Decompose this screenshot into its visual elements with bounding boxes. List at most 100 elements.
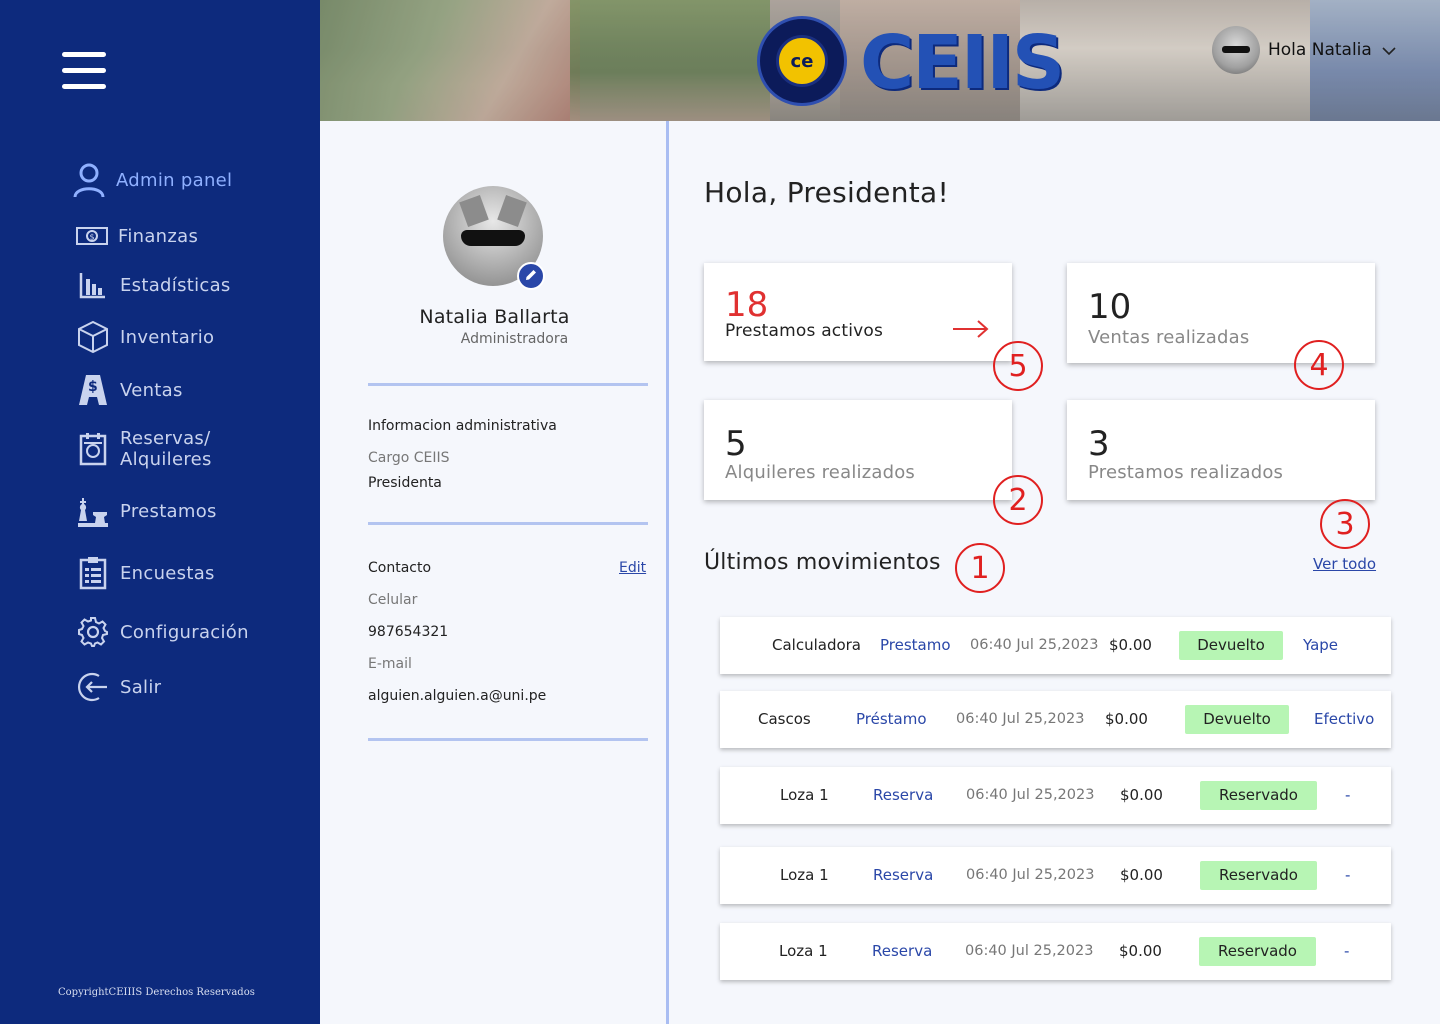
sidebar-item-salir[interactable]: Salir — [76, 670, 161, 704]
cargo-label: Cargo CEIIS — [368, 450, 450, 466]
sidebar-item-configuracion[interactable]: Configuración — [76, 615, 249, 649]
ceiis-logo: ce — [757, 16, 847, 106]
movement-date: 06:40 Jul 25,2023 — [966, 787, 1095, 803]
card-value: 3 — [1088, 424, 1110, 464]
sidebar: Admin panel $ Finanzas Estadísticas Inve… — [0, 0, 320, 1024]
divider — [368, 738, 648, 741]
sidebar-item-label: Ventas — [120, 379, 183, 401]
movement-item: Loza 1 — [780, 786, 829, 804]
table-row[interactable]: Calculadora Prestamo 06:40 Jul 25,2023 $… — [720, 617, 1391, 674]
status-badge: Reservado — [1200, 781, 1317, 810]
sidebar-item-reservas[interactable]: Reservas/ Alquileres — [76, 428, 212, 470]
sidebar-item-label: Estadísticas — [120, 274, 231, 296]
admin-info-title: Informacion administrativa — [368, 418, 557, 434]
card-caption: Prestamos activos — [725, 321, 884, 341]
annotation-marker: 2 — [993, 475, 1043, 525]
profile-role: Administradora — [460, 331, 569, 347]
movement-date: 06:40 Jul 25,2023 — [966, 867, 1095, 883]
email-value: alguien.alguien.a@uni.pe — [368, 688, 547, 704]
movement-payment: - — [1344, 942, 1350, 960]
movement-item: Calculadora — [772, 636, 862, 654]
sidebar-item-label: Inventario — [120, 326, 215, 348]
movement-item: Loza 1 — [779, 942, 828, 960]
sidebar-item-label: Admin panel — [116, 169, 233, 191]
movement-amount: $0.00 — [1105, 710, 1148, 728]
sidebar-item-admin-panel[interactable]: Admin panel — [72, 163, 233, 198]
sidebar-item-label-line1: Reservas/ — [120, 428, 211, 449]
profile-name: Natalia Ballarta — [419, 306, 570, 328]
page-title: Hola, Presidenta! — [704, 176, 950, 209]
movement-amount: $0.00 — [1120, 786, 1163, 804]
divider — [368, 522, 648, 525]
gear-icon — [76, 615, 110, 649]
copyright-text: CopyrightCEIIIS Derechos Reservados — [58, 987, 255, 998]
see-all-link[interactable]: Ver todo — [1313, 555, 1376, 573]
annotation-marker: 1 — [955, 543, 1005, 593]
chevron-down-icon — [1382, 41, 1396, 60]
sidebar-item-label: Finanzas — [118, 225, 199, 247]
logout-icon — [76, 670, 110, 704]
movement-type: Reserva — [873, 866, 934, 884]
card-value: 5 — [725, 424, 747, 464]
sidebar-item-ventas[interactable]: $ Ventas — [76, 373, 183, 407]
sidebar-item-label: Prestamos — [120, 500, 217, 522]
sidebar-item-label-line2: Alquileres — [120, 449, 212, 470]
movement-item: Cascos — [758, 710, 811, 728]
movement-type: Préstamo — [856, 710, 927, 728]
sales-icon: $ — [76, 373, 110, 407]
card-value: 18 — [725, 285, 769, 325]
card-prestamos-realizados[interactable]: 3 Prestamos realizados — [1067, 400, 1375, 500]
user-greeting: Hola Natalia — [1268, 40, 1372, 60]
movement-payment: Yape — [1303, 636, 1339, 654]
vertical-divider — [666, 121, 669, 1024]
avatar — [1212, 26, 1260, 74]
table-row[interactable]: Cascos Préstamo 06:40 Jul 25,2023 $0.00 … — [720, 691, 1391, 748]
table-row[interactable]: Loza 1 Reserva 06:40 Jul 25,2023 $0.00 R… — [720, 767, 1391, 824]
sidebar-item-label: Salir — [120, 676, 162, 698]
sidebar-item-inventario[interactable]: Inventario — [76, 320, 214, 354]
annotation-marker: 5 — [993, 341, 1043, 391]
arrow-right-icon[interactable] — [952, 318, 990, 344]
status-badge: Devuelto — [1185, 705, 1289, 734]
sidebar-item-estadisticas[interactable]: Estadísticas — [76, 268, 231, 302]
card-prestamos-activos[interactable]: 18 Prestamos activos — [704, 263, 1012, 361]
sidebar-item-label: Reservas/ Alquileres — [120, 428, 212, 470]
card-alquileres-realizados[interactable]: 5 Alquileres realizados — [704, 400, 1012, 500]
table-row[interactable]: Loza 1 Reserva 06:40 Jul 25,2023 $0.00 R… — [720, 923, 1391, 980]
edit-avatar-button[interactable] — [517, 262, 545, 290]
table-row[interactable]: Loza 1 Reserva 06:40 Jul 25,2023 $0.00 R… — [720, 847, 1391, 904]
calendar-icon — [76, 432, 110, 466]
hamburger-menu-icon[interactable] — [62, 52, 106, 90]
card-caption: Prestamos realizados — [1088, 462, 1284, 483]
email-label: E-mail — [368, 656, 412, 672]
edit-contact-link[interactable]: Edit — [619, 560, 646, 576]
svg-text:$: $ — [88, 379, 98, 395]
sidebar-item-label: Configuración — [120, 621, 249, 643]
movement-payment: - — [1345, 786, 1351, 804]
card-caption: Alquileres realizados — [725, 462, 916, 483]
movement-date: 06:40 Jul 25,2023 — [965, 943, 1094, 959]
movement-payment: - — [1345, 866, 1351, 884]
status-badge: Devuelto — [1179, 631, 1283, 660]
sidebar-item-finanzas[interactable]: $ Finanzas — [76, 219, 198, 253]
sidebar-item-encuestas[interactable]: Encuestas — [76, 556, 215, 590]
movement-amount: $0.00 — [1120, 866, 1163, 884]
divider — [368, 383, 648, 386]
movement-type: Reserva — [873, 786, 934, 804]
movement-type: Prestamo — [880, 636, 951, 654]
sidebar-item-prestamos[interactable]: Prestamos — [76, 494, 217, 528]
annotation-marker: 3 — [1320, 499, 1370, 549]
movement-item: Loza 1 — [780, 866, 829, 884]
contact-title: Contacto — [368, 560, 432, 576]
user-icon — [72, 163, 106, 198]
movement-date: 06:40 Jul 25,2023 — [970, 637, 1099, 653]
movement-date: 06:40 Jul 25,2023 — [956, 711, 1085, 727]
clipboard-icon — [76, 556, 110, 590]
logo-text: CEIIS — [860, 20, 1065, 106]
cargo-value: Presidenta — [368, 475, 442, 491]
movement-amount: $0.00 — [1109, 636, 1152, 654]
movement-type: Reserva — [872, 942, 933, 960]
user-menu[interactable]: Hola Natalia — [1212, 26, 1396, 74]
movements-title: Últimos movimientos — [704, 550, 941, 575]
status-badge: Reservado — [1199, 937, 1316, 966]
